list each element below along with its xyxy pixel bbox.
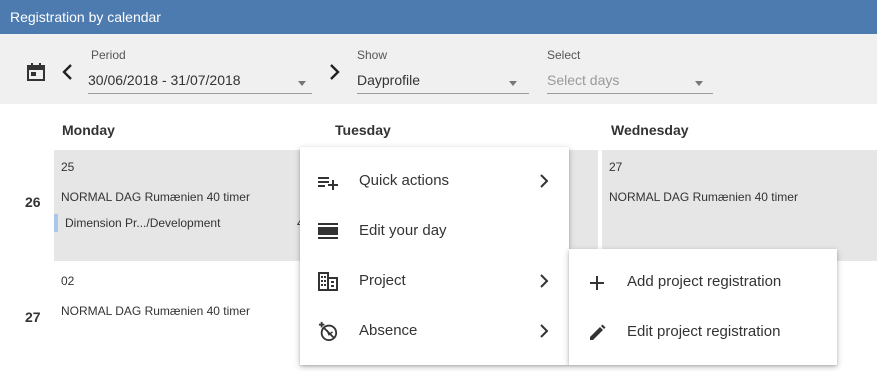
period-value: 30/06/2018 - 31/07/2018 — [88, 72, 241, 88]
chevron-right-icon — [540, 324, 549, 338]
day-number: 02 — [61, 274, 75, 288]
menu-item-absence[interactable]: Absence — [300, 306, 569, 356]
day-cell-02[interactable]: 02 NORMAL DAG Rumænien 40 timer — [54, 264, 325, 371]
chevron-down-icon — [509, 81, 517, 86]
select-days[interactable]: Select Select days — [547, 48, 713, 94]
chevron-right-icon — [540, 274, 549, 288]
playlist-add-icon — [318, 177, 338, 190]
menu-item-label: Edit your day — [359, 222, 447, 239]
show-label: Show — [357, 48, 388, 62]
day-number: 27 — [609, 160, 623, 174]
plus-icon — [590, 276, 604, 290]
menu-item-label: Absence — [359, 322, 418, 339]
chevron-right-icon — [540, 174, 549, 188]
submenu-item-label: Edit project registration — [627, 323, 781, 340]
domain-icon — [318, 272, 338, 291]
menu-item-project[interactable]: Project — [300, 256, 569, 306]
chevron-down-icon — [298, 81, 306, 86]
period-select[interactable]: Period 30/06/2018 - 31/07/2018 — [88, 48, 312, 94]
menu-item-label: Quick actions — [359, 172, 450, 189]
previous-period-button[interactable] — [58, 62, 78, 82]
day-header-monday: Monday — [62, 122, 115, 138]
chevron-down-icon — [695, 81, 703, 86]
menu-item-label: Project — [359, 272, 406, 289]
day-profile-entry[interactable]: NORMAL DAG Rumænien 40 timer — [61, 304, 250, 318]
toolbar: Period 30/06/2018 - 31/07/2018 Show Dayp… — [0, 34, 877, 104]
calendar-icon[interactable] — [26, 62, 46, 82]
pencil-icon — [590, 324, 606, 340]
project-registration[interactable]: Dimension Pr.../Development — [54, 214, 220, 232]
show-select[interactable]: Show Dayprofile — [357, 48, 529, 94]
day-cell-27[interactable]: 27 NORMAL DAG Rumænien 40 timer — [602, 150, 877, 261]
submenu-item-label: Add project registration — [627, 273, 782, 290]
week-number: 26 — [25, 194, 41, 210]
menu-item-edit-your-day[interactable]: Edit your day — [300, 206, 569, 256]
context-menu: Quick actions Edit your day Project Abse… — [300, 147, 569, 365]
day-profile-entry[interactable]: NORMAL DAG Rumænien 40 timer — [609, 190, 798, 204]
edit-project-registration-item[interactable]: Edit project registration — [569, 307, 837, 357]
add-project-registration-item[interactable]: Add project registration — [569, 257, 837, 307]
project-submenu: Add project registration Edit project re… — [569, 249, 837, 365]
app-title: Registration by calendar — [0, 0, 877, 34]
week-number: 27 — [25, 309, 41, 325]
day-header-wednesday: Wednesday — [611, 122, 689, 138]
select-label: Select — [547, 48, 581, 62]
day-number: 25 — [61, 160, 75, 174]
period-label: Period — [91, 48, 126, 62]
show-value: Dayprofile — [357, 72, 421, 88]
menu-item-quick-actions[interactable]: Quick actions — [300, 156, 569, 206]
day-profile-entry[interactable]: NORMAL DAG Rumænien 40 timer — [61, 190, 250, 204]
select-placeholder: Select days — [547, 72, 620, 88]
absence-icon — [318, 321, 338, 341]
day-cell-25[interactable]: 25 NORMAL DAG Rumænien 40 timer Dimensio… — [54, 150, 325, 261]
next-period-button[interactable] — [324, 62, 344, 82]
view-day-icon — [318, 223, 338, 239]
day-header-tuesday: Tuesday — [335, 122, 391, 138]
